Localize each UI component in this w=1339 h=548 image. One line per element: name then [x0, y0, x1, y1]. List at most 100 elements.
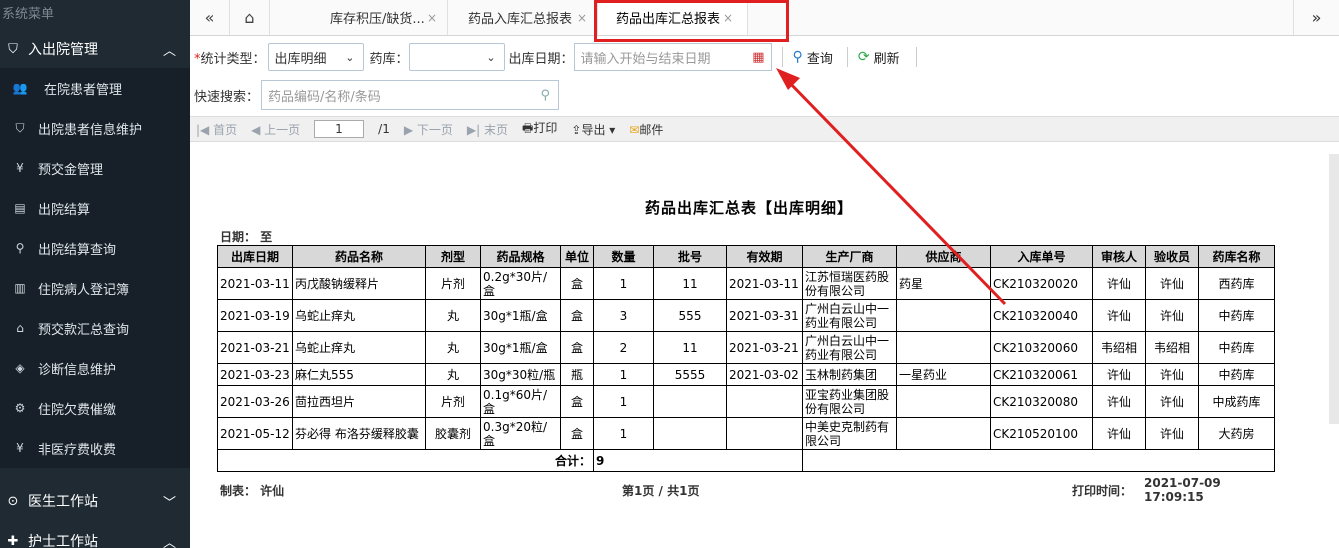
sidebar-group-label: 医生工作站 — [28, 494, 98, 510]
table-row: 2021-05-12 芬必得 布洛芬缓释胶囊 胶囊剂 0.3g*20粒/盒盒 1 中美史克… — [217, 417, 1275, 450]
table-row: 2021-03-19 乌蛇止痒丸丸 30g*1瓶/盒盒 3 555 2021-03-31 广… — [217, 299, 1275, 332]
close-icon[interactable]: × — [577, 11, 587, 25]
table-cell: 广州白云山中一药业有限公司 — [802, 299, 897, 332]
type-select[interactable]: 出库明细 ⌄ — [267, 43, 364, 71]
table-cell: 2021-03-26 — [217, 385, 293, 418]
column-header: 药库名称 — [1198, 245, 1275, 268]
print-button[interactable]: 🖶打印 — [522, 119, 557, 140]
export-button[interactable]: ⇪导出 ▾ — [571, 121, 615, 138]
table-cell — [726, 385, 803, 418]
table-header: 出库日期 药品名称 剂型 药品规格 单位 数量 批号 有效期 生产厂商 供应商 入库单号 审核人 验收员… — [217, 245, 1275, 268]
scroll-left-button[interactable]: « — [190, 0, 230, 35]
main-area: « ⌂ 库存积压/缺货... × 药品入库汇总报表 × 药品出库汇总报表 × »… — [190, 0, 1339, 548]
tab-inventory[interactable]: 库存积压/缺货... × — [270, 0, 448, 35]
query-button[interactable]: ⚲ 查询 — [783, 48, 843, 67]
store-select[interactable]: ⌄ — [408, 43, 505, 71]
table-cell: 1 — [593, 267, 654, 300]
column-header: 验收员 — [1145, 245, 1199, 268]
report-scrollbar[interactable] — [1329, 154, 1339, 424]
table-cell: 中药库 — [1198, 363, 1275, 386]
sidebar-item-nonmedical[interactable]: ¥ 非医疗费收费 — [0, 428, 190, 468]
column-header: 批号 — [653, 245, 727, 268]
prev-page-button[interactable]: ◀ 上一页 — [251, 121, 300, 138]
tab-bar: « ⌂ 库存积压/缺货... × 药品入库汇总报表 × 药品出库汇总报表 × » — [190, 0, 1339, 36]
quick-search-input[interactable]: 药品编码/名称/条码 ⚲ — [261, 80, 560, 110]
store-label: 药库： — [369, 51, 409, 67]
sidebar-group-nurse[interactable]: ✚ 护士工作站 ︿ — [0, 522, 190, 548]
table-cell: 2021-03-31 — [726, 299, 803, 332]
column-header: 生产厂商 — [802, 245, 897, 268]
sidebar-item-diagnosis[interactable]: ◈ 诊断信息维护 — [0, 348, 190, 388]
sidebar-item-discharged-info[interactable]: ⛉ 出院患者信息维护 — [0, 108, 190, 148]
first-page-button[interactable]: |◀ 首页 — [196, 121, 237, 138]
table-cell: CK210320061 — [990, 363, 1093, 386]
tab-label: 库存积压/缺货... — [330, 12, 425, 27]
table-cell: 1 — [593, 385, 654, 418]
sidebar-group-inout[interactable]: ⛉ 入出院管理 ︿ — [0, 30, 190, 68]
report-page-info: 第1页 / 共1页 — [622, 484, 700, 498]
mail-button[interactable]: ✉邮件 — [629, 121, 663, 138]
sidebar-group-doctor[interactable]: ⊙ 医生工作站 ﹀ — [0, 482, 190, 520]
table-cell: 许仙 — [1145, 385, 1199, 418]
sidebar-item-arrears[interactable]: ⚙ 住院欠费催缴 — [0, 388, 190, 428]
table-cell: 玉林制药集团 — [802, 363, 897, 386]
column-header: 供应商 — [896, 245, 991, 268]
table-cell: 盒 — [560, 417, 594, 450]
table-cell: 2021-03-23 — [217, 363, 293, 386]
table-cell: 2021-03-11 — [726, 267, 803, 300]
column-header: 入库单号 — [990, 245, 1093, 268]
total-value: 9 — [593, 449, 803, 472]
sidebar-item-settlement-query[interactable]: ⚲ 出院结算查询 — [0, 228, 190, 268]
sidebar-item-label: 住院病人登记簿 — [38, 282, 130, 298]
table-cell: 2021-03-21 — [726, 331, 803, 364]
search-icon: ⚲ — [15, 241, 25, 255]
report-title: 药品出库汇总表【出库明细】 — [645, 199, 854, 217]
table-cell: 麻仁丸555 — [292, 363, 426, 386]
table-cell: 亚宝药业集团股份有限公司 — [802, 385, 897, 418]
sidebar-item-deposit-summary[interactable]: ⌂ 预交款汇总查询 — [0, 308, 190, 348]
next-page-button[interactable]: ▶ 下一页 — [404, 121, 453, 138]
home-icon: ⌂ — [16, 321, 24, 335]
total-label: 合计： — [217, 449, 594, 472]
table-cell: 2021-03-21 — [217, 331, 293, 364]
home-icon[interactable]: ⌂ — [230, 0, 270, 35]
table-cell: 中药库 — [1198, 299, 1275, 332]
table-cell: 中美史克制药有限公司 — [802, 417, 897, 450]
table-cell: 许仙 — [1092, 385, 1146, 418]
table-cell: 5555 — [653, 363, 727, 386]
table-cell: 2021-03-02 — [726, 363, 803, 386]
table-cell: 乌蛇止痒丸 — [292, 299, 426, 332]
tab-inbound-report[interactable]: 药品入库汇总报表 × — [448, 0, 598, 35]
table-cell: 1 — [593, 417, 654, 450]
page-number-input[interactable]: 1 — [314, 120, 365, 138]
calendar-icon[interactable]: ▦ — [752, 50, 764, 65]
refresh-button[interactable]: ⟳ 刷新 — [848, 48, 910, 67]
table-cell: 中药库 — [1198, 331, 1275, 364]
gear-icon: ⚙ — [14, 401, 26, 415]
date-range-input[interactable]: 请输入开始与结束日期 ▦ — [573, 43, 772, 71]
table-cell: 韦绍相 — [1145, 331, 1199, 364]
close-icon[interactable]: × — [723, 11, 733, 25]
sidebar-item-register[interactable]: ▥ 住院病人登记簿 — [0, 268, 190, 308]
column-header: 药品规格 — [480, 245, 561, 268]
table-cell: 许仙 — [1092, 363, 1146, 386]
sidebar-item-label: 非医疗费收费 — [38, 442, 117, 458]
chevron-up-icon: ︿ — [162, 43, 176, 59]
table-cell: 广州白云山中一药业有限公司 — [802, 331, 897, 364]
table-cell: 丙戊酸钠缓释片 — [292, 267, 426, 300]
users-icon: 👥 — [12, 81, 28, 95]
sidebar-item-settlement[interactable]: ▤ 出院结算 — [0, 188, 190, 228]
tab-outbound-report[interactable]: 药品出库汇总报表 × — [598, 0, 748, 35]
table-cell: 2021-05-12 — [217, 417, 293, 450]
close-icon[interactable]: × — [427, 11, 437, 25]
sidebar-item-deposit[interactable]: ¥ 预交金管理 — [0, 148, 190, 188]
sidebar-item-inpatient[interactable]: 👥 在院患者管理 — [0, 68, 190, 108]
table-cell: 许仙 — [1145, 417, 1199, 450]
table-cell: 西药库 — [1198, 267, 1275, 300]
chevron-down-icon: ⌄ — [345, 50, 355, 64]
filter-panel: *统计类型： 出库明细 ⌄ 药库： ⌄ 出库日期： 请输入开始与结束日期 ▦ ⚲ 查询… — [190, 38, 1339, 116]
sidebar-title: 系统菜单 — [2, 7, 55, 22]
scroll-right-button[interactable]: » — [1293, 0, 1339, 35]
last-page-button[interactable]: ▶| 末页 — [467, 121, 508, 138]
table-cell — [653, 417, 727, 450]
